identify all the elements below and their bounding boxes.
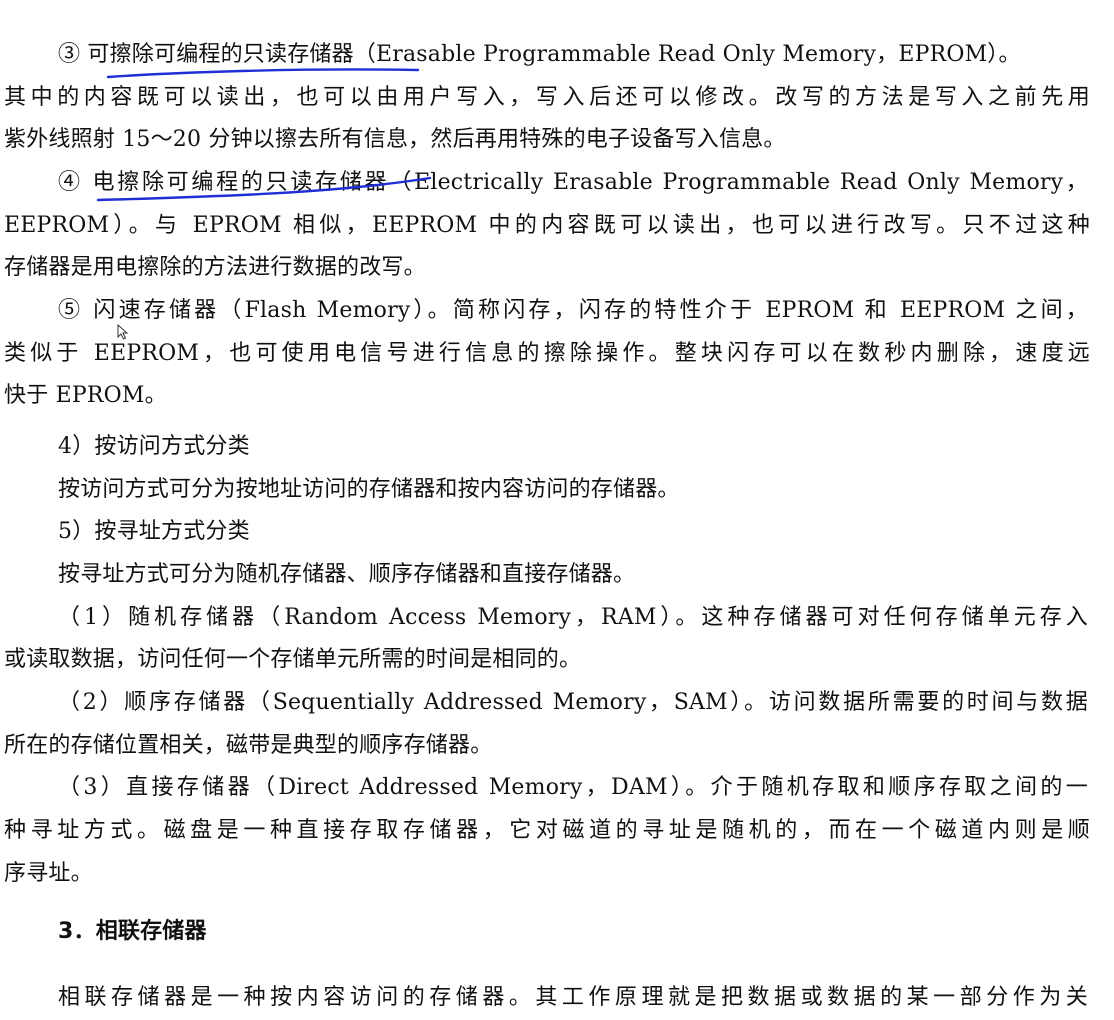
text-line: EEPROM）。与 EPROM 相似，EEPROM 中的内容既可以读出，也可以进… xyxy=(4,213,1090,238)
text-line: 紫外线照射 15～20 分钟以擦去所有信息，然后再用特殊的电子设备写入信息。 xyxy=(4,127,786,152)
text-line: 其中的内容既可以读出，也可以由用户写入，写入后还可以修改。改写的方法是写入之前先… xyxy=(4,85,1090,110)
text-line-dam: （3）直接存储器（Direct Addressed Memory，DAM）。介于… xyxy=(58,775,1088,800)
text-line-flash-title: ⑤ 闪速存储器（Flash Memory）。简称闪存，闪存的特性介于 EPROM… xyxy=(58,298,1088,323)
text-line: 类似于 EEPROM，也可使用电信号进行信息的擦除操作。整块闪存可以在数秒内删除… xyxy=(4,341,1090,366)
text-line: 按寻址方式可分为随机存储器、顺序存储器和直接存储器。 xyxy=(58,562,636,587)
text-line-eprom-title: ③ 可擦除可编程的只读存储器（Erasable Programmable Rea… xyxy=(58,42,1021,67)
text-line: 相联存储器是一种按内容访问的存储器。其工作原理就是把数据或数据的某一部分作为关 xyxy=(58,985,1088,1010)
text-line: 快于 EPROM。 xyxy=(4,383,167,408)
text-line: 或读取数据，访问任何一个存储单元所需的时间是相同的。 xyxy=(4,647,582,672)
text-line-sam: （2）顺序存储器（Sequentially Addressed Memory，S… xyxy=(58,690,1088,715)
mouse-cursor-icon xyxy=(117,324,129,340)
text-line: 按访问方式可分为按地址访问的存储器和按内容访问的存储器。 xyxy=(58,477,680,502)
text-line: 所在的存储位置相关，磁带是典型的顺序存储器。 xyxy=(4,733,493,758)
text-line: 存储器是用电擦除的方法进行数据的改写。 xyxy=(4,255,426,280)
subheading-addressing-method: 5）按寻址方式分类 xyxy=(58,519,250,544)
subheading-access-method: 4）按访问方式分类 xyxy=(58,434,250,459)
section-heading-associative-memory: 3．相联存储器 xyxy=(58,919,207,944)
text-line-ram: （1）随机存储器（Random Access Memory，RAM）。这种存储器… xyxy=(58,605,1088,630)
text-line-eeprom-title: ④ 电擦除可编程的只读存储器（Electrically Erasable Pro… xyxy=(58,170,1088,195)
text-line: 种寻址方式。磁盘是一种直接存取存储器，它对磁道的寻址是随机的，而在一个磁道内则是… xyxy=(4,818,1090,843)
text-line: 序寻址。 xyxy=(4,861,93,886)
document-page: ③ 可擦除可编程的只读存储器（Erasable Programmable Rea… xyxy=(0,0,1114,1020)
pen-underline-eprom xyxy=(106,68,420,79)
